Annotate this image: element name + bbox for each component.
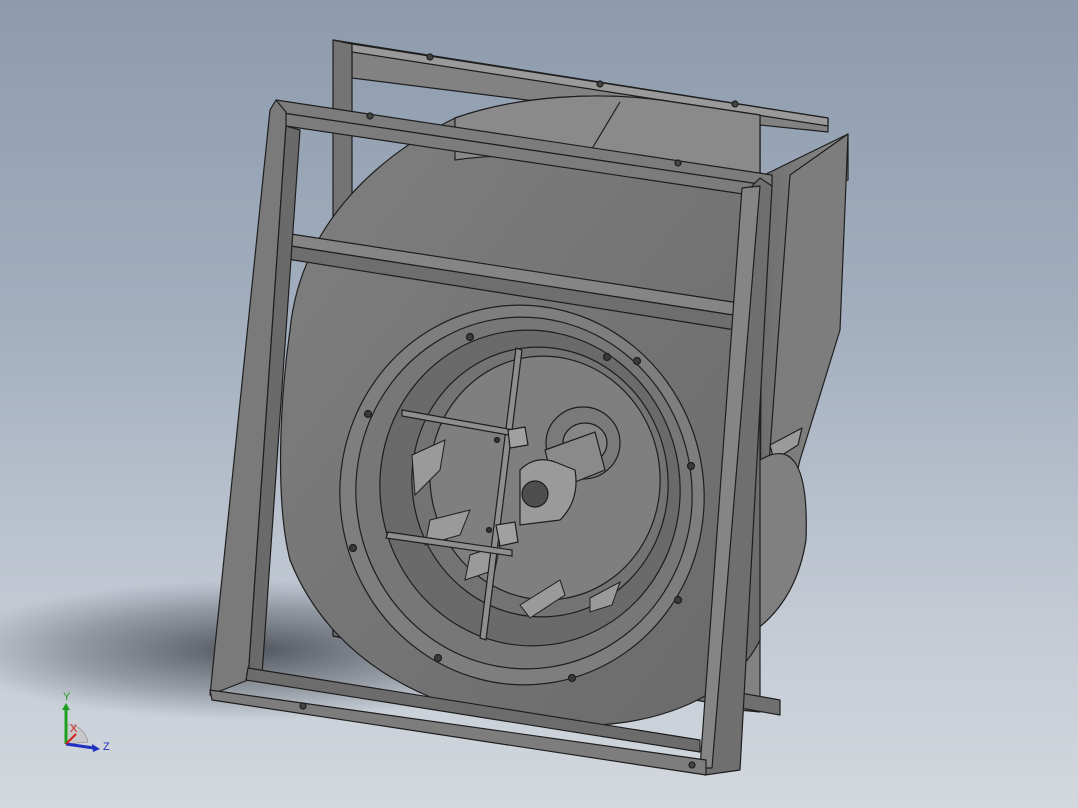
- y-axis-arrowhead-icon: [62, 703, 70, 710]
- y-axis-label: Y: [63, 691, 71, 703]
- x-axis-label: X: [70, 723, 78, 735]
- fan-assembly-model[interactable]: [0, 0, 1078, 808]
- view-orientation-triad[interactable]: Y X Z: [48, 684, 120, 756]
- z-axis-label: Z: [103, 741, 110, 753]
- z-axis-arrowhead-icon: [92, 744, 100, 752]
- z-axis-arrow-icon: [65, 742, 95, 750]
- cad-graphics-viewport[interactable]: Y X Z: [0, 0, 1078, 808]
